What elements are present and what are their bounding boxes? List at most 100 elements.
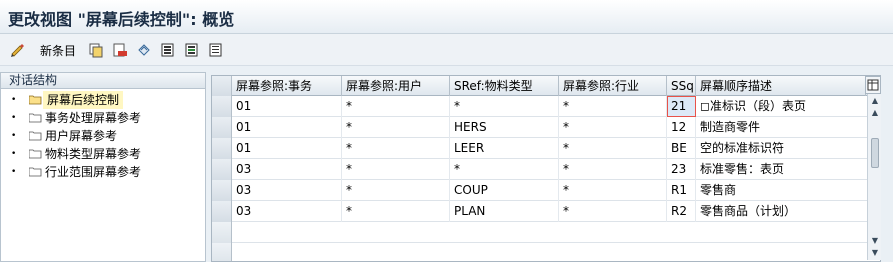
user-cell[interactable]: * [342, 138, 450, 159]
user-cell[interactable]: * [342, 180, 450, 201]
select-all-rows-button[interactable] [212, 76, 232, 96]
tree-item-label: 屏幕后续控制 [43, 91, 124, 109]
table-row[interactable]: 01 * * * 21 ◻准标识（段）表页 [212, 96, 880, 117]
transaction-cell[interactable]: 01 [232, 117, 342, 138]
column-header[interactable]: 屏幕顺序描述 [696, 76, 866, 96]
glasses-edit-icon[interactable] [10, 42, 26, 58]
screen-sequence-table: 屏幕参照:事务 屏幕参照:用户 SRef:物料类型 屏幕参照:行业 SSq 屏幕… [211, 75, 881, 262]
row-selector[interactable] [212, 201, 232, 222]
tree-item-material-type-screen-ref[interactable]: • 物料类型屏幕参考 [11, 145, 205, 163]
material-type-cell[interactable]: * [450, 96, 559, 117]
description-cell[interactable]: ◻准标识（段）表页 [696, 96, 880, 117]
industry-cell[interactable]: * [559, 138, 667, 159]
open-folder-icon [29, 95, 42, 105]
ssq-cell[interactable]: 12 [667, 117, 696, 138]
row-selector[interactable] [212, 96, 232, 117]
industry-cell[interactable]: * [559, 180, 667, 201]
table-row[interactable]: 03 * * * 23 标准零售：表页 [212, 159, 880, 180]
description-cell[interactable]: 制造商零件 [696, 117, 880, 138]
row-selector[interactable] [212, 117, 232, 138]
table-row[interactable]: 03 * PLAN * R2 零售商品（计划） [212, 201, 880, 222]
column-header[interactable]: 屏幕参照:用户 [342, 76, 450, 96]
bullet-icon: • [11, 149, 17, 159]
description-cell[interactable]: 标准零售：表页 [696, 159, 880, 180]
table-row[interactable]: 01 * HERS * 12 制造商零件 [212, 117, 880, 138]
ssq-cell[interactable]: R1 [667, 180, 696, 201]
table-row[interactable]: 03 * COUP * R1 零售商 [212, 180, 880, 201]
industry-cell[interactable]: * [559, 117, 667, 138]
ssq-cell[interactable]: R2 [667, 201, 696, 222]
row-selector[interactable] [212, 138, 232, 159]
bullet-icon: • [11, 131, 17, 141]
tree-item-transaction-screen-ref[interactable]: • 事务处理屏幕参考 [11, 109, 205, 127]
table-vertical-scrollbar[interactable]: ▲ ▲ ▼ ▼ [867, 94, 881, 260]
row-selector[interactable] [212, 243, 232, 261]
industry-cell[interactable]: * [559, 201, 667, 222]
transaction-cell[interactable]: 03 [232, 201, 342, 222]
application-toolbar: 新条目 [0, 34, 893, 66]
page-title: 更改视图 "屏幕后续控制": 概览 [8, 10, 235, 29]
bullet-icon: • [11, 113, 17, 123]
table-settings-button[interactable] [865, 76, 881, 94]
table-header: 屏幕参照:事务 屏幕参照:用户 SRef:物料类型 屏幕参照:行业 SSq 屏幕… [212, 76, 880, 96]
scrollbar-thumb[interactable] [871, 138, 879, 168]
empty-row[interactable] [212, 243, 880, 261]
scroll-up-arrow-icon[interactable]: ▲ [870, 96, 880, 106]
folder-icon [29, 113, 42, 123]
scroll-down-arrow-icon[interactable]: ▼ [870, 248, 880, 258]
user-cell[interactable]: * [342, 96, 450, 117]
tree-item-screen-sequence-control[interactable]: • 屏幕后续控制 [11, 91, 205, 109]
title-bar: 更改视图 "屏幕后续控制": 概览 [0, 0, 893, 34]
tree-item-label: 行业范围屏幕参考 [45, 165, 142, 179]
description-cell[interactable]: 零售商 [696, 180, 880, 201]
select-block-icon[interactable] [184, 42, 200, 58]
row-selector[interactable] [212, 222, 232, 243]
description-cell[interactable]: 空的标准标识符 [696, 138, 880, 159]
material-type-cell[interactable]: COUP [450, 180, 559, 201]
empty-row[interactable] [212, 222, 880, 243]
material-type-cell[interactable]: PLAN [450, 201, 559, 222]
tree-item-label: 用户屏幕参考 [45, 129, 118, 143]
material-type-cell[interactable]: LEER [450, 138, 559, 159]
column-header[interactable]: 屏幕参照:事务 [232, 76, 342, 96]
select-all-icon[interactable] [160, 42, 176, 58]
dialog-structure-panel: 对话结构 • 屏幕后续控制 • 事务处理屏幕参考 • 用户屏幕参考 • 物料类型… [0, 72, 206, 262]
transaction-cell[interactable]: 01 [232, 138, 342, 159]
ssq-cell[interactable]: 23 [667, 159, 696, 180]
transaction-cell[interactable]: 01 [232, 96, 342, 117]
delete-icon[interactable] [112, 42, 128, 58]
copy-icon[interactable] [88, 42, 104, 58]
tree-item-label: 物料类型屏幕参考 [45, 147, 142, 161]
column-header[interactable]: 屏幕参照:行业 [559, 76, 667, 96]
tree-item-user-screen-ref[interactable]: • 用户屏幕参考 [11, 127, 205, 145]
deselect-all-icon[interactable] [208, 42, 224, 58]
description-cell[interactable]: 零售商品（计划） [696, 201, 880, 222]
folder-icon [29, 131, 42, 141]
industry-cell[interactable]: * [559, 159, 667, 180]
undo-icon[interactable] [136, 42, 152, 58]
industry-cell[interactable]: * [559, 96, 667, 117]
material-type-cell[interactable]: * [450, 159, 559, 180]
new-entries-button[interactable]: 新条目 [40, 42, 76, 59]
user-cell[interactable]: * [342, 159, 450, 180]
row-selector[interactable] [212, 159, 232, 180]
scroll-down-arrow-icon[interactable]: ▼ [870, 236, 880, 246]
ssq-cell[interactable]: BE [667, 138, 696, 159]
ssq-cell[interactable]: 21 [667, 96, 696, 117]
row-selector[interactable] [212, 180, 232, 201]
table-row[interactable]: 01 * LEER * BE 空的标准标识符 [212, 138, 880, 159]
bullet-icon: • [11, 167, 17, 177]
scroll-up-arrow-icon[interactable]: ▲ [870, 108, 880, 118]
column-header[interactable]: SRef:物料类型 [450, 76, 559, 96]
user-cell[interactable]: * [342, 117, 450, 138]
folder-icon [29, 149, 42, 159]
tree-item-label: 事务处理屏幕参考 [45, 111, 142, 125]
dialog-structure-header: 对话结构 [1, 73, 205, 89]
transaction-cell[interactable]: 03 [232, 180, 342, 201]
transaction-cell[interactable]: 03 [232, 159, 342, 180]
user-cell[interactable]: * [342, 201, 450, 222]
column-header[interactable]: SSq [667, 76, 696, 96]
table-settings-icon [867, 79, 879, 91]
tree-item-industry-screen-ref[interactable]: • 行业范围屏幕参考 [11, 163, 205, 181]
material-type-cell[interactable]: HERS [450, 117, 559, 138]
